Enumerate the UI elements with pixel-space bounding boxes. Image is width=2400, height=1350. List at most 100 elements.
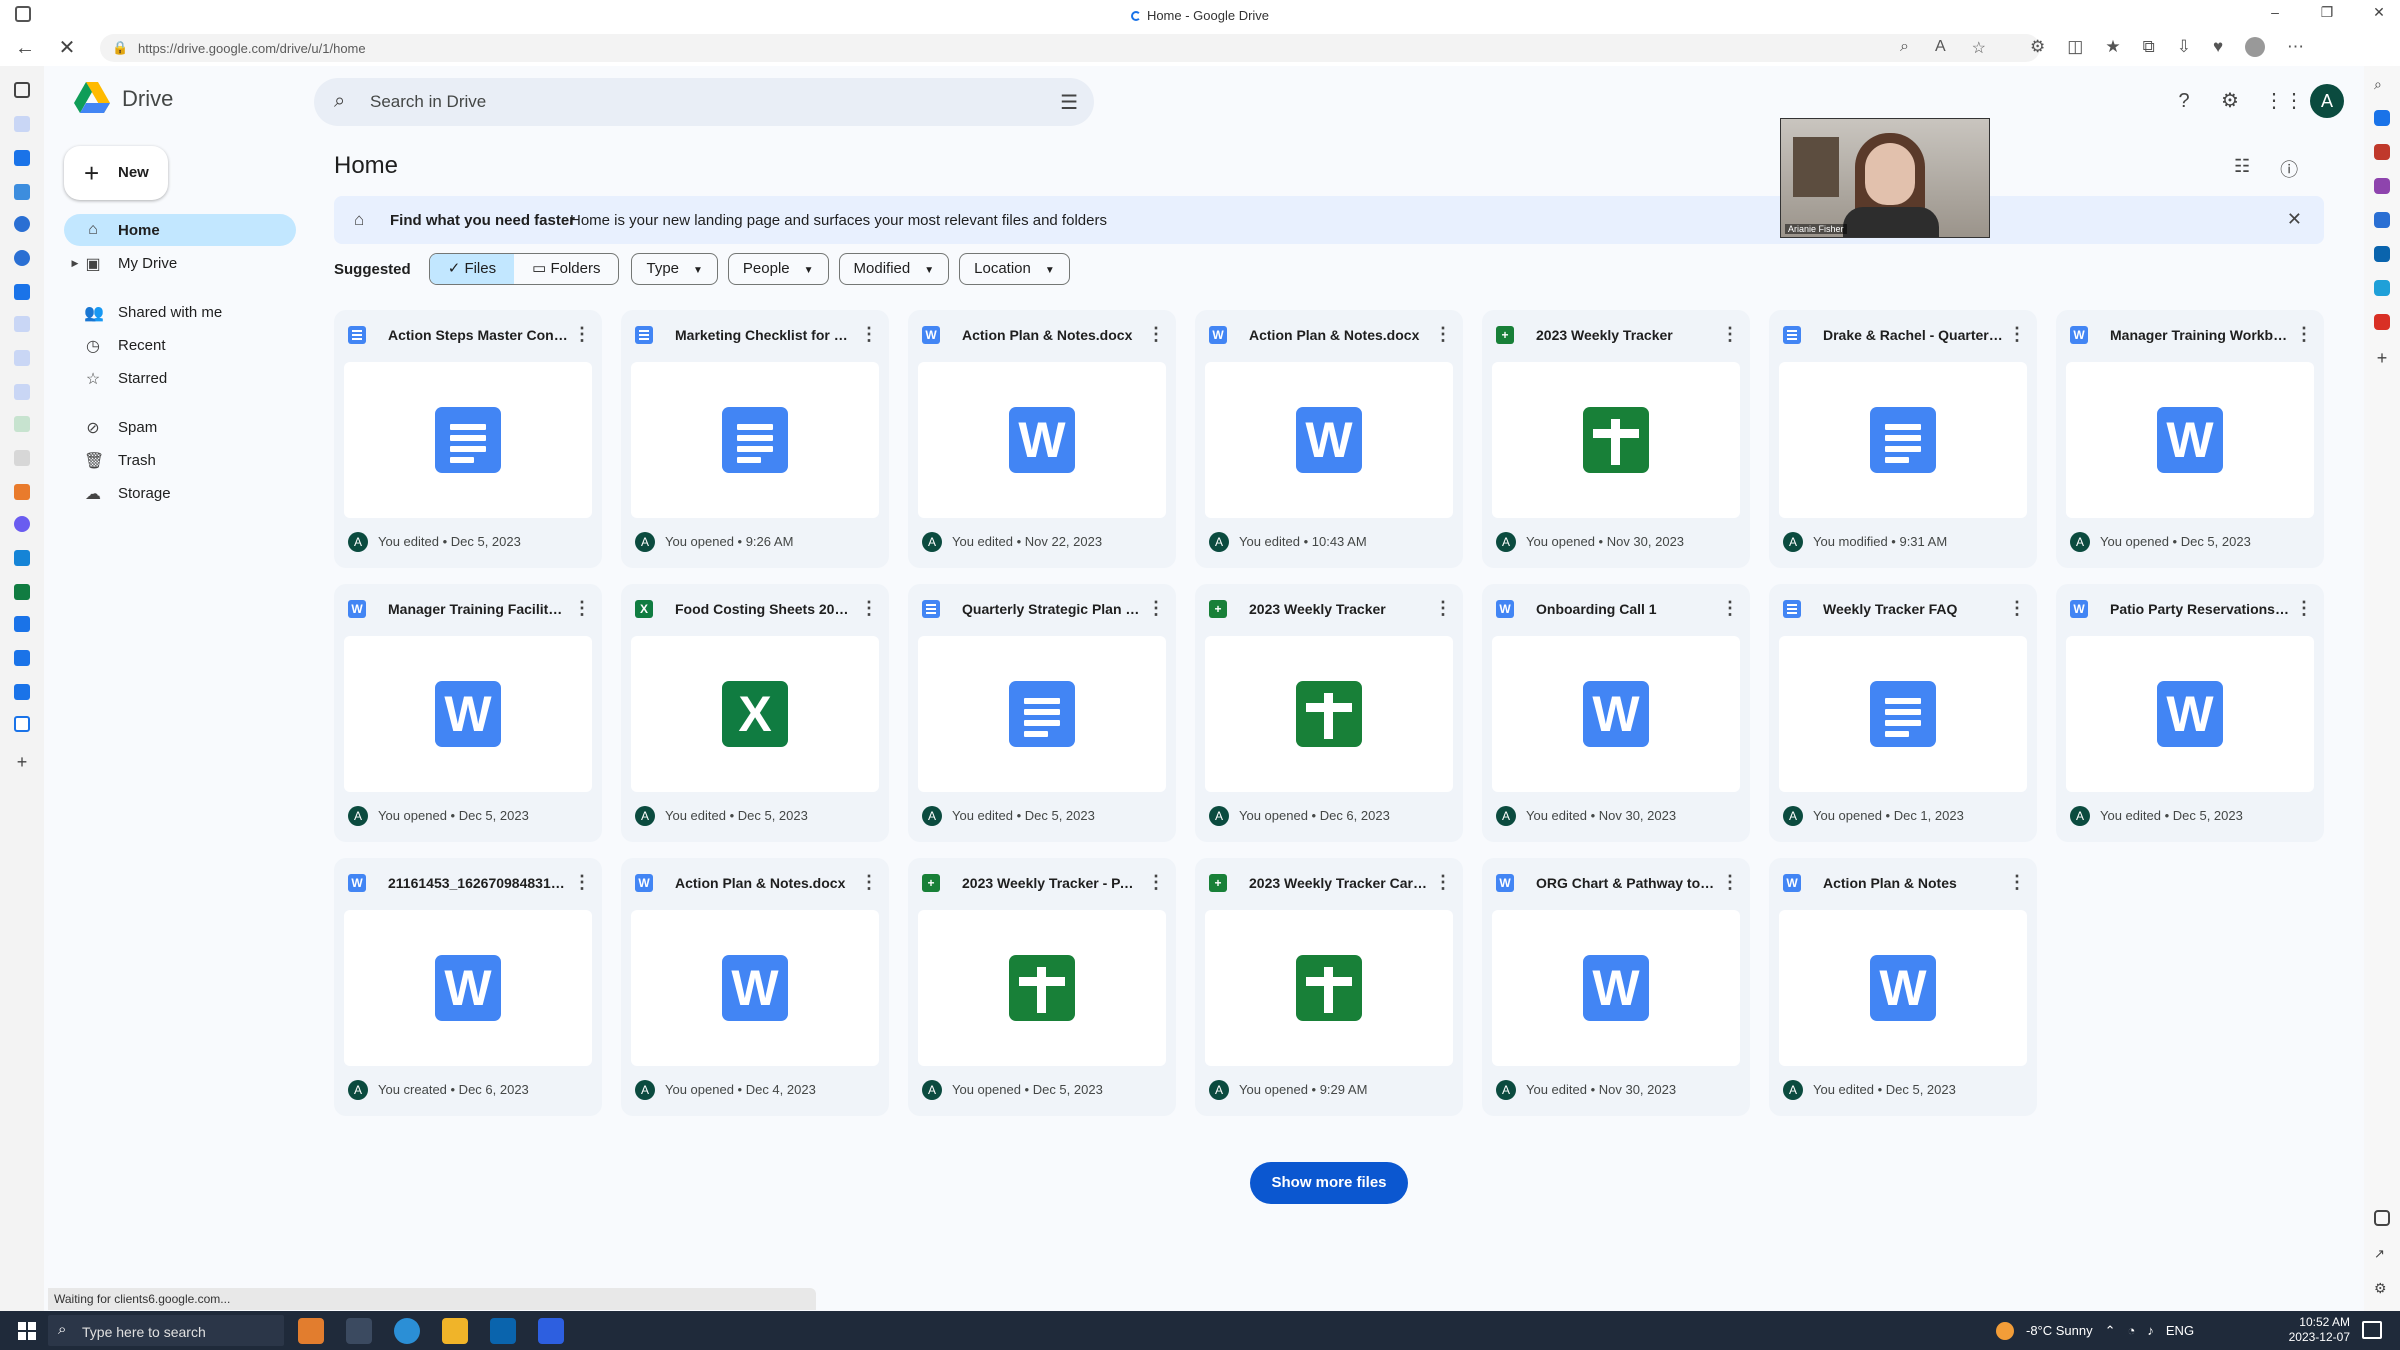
account-avatar[interactable]: A <box>2310 84 2344 118</box>
tab-icon[interactable] <box>14 584 30 600</box>
show-more-files-button[interactable]: Show more files <box>1250 1162 1408 1204</box>
file-card[interactable]: +2023 Weekly Tracker Caren... ⋮ A You opene… <box>1195 858 1463 1116</box>
more-options-icon[interactable]: ⋮ <box>859 324 879 345</box>
file-title[interactable]: 2023 Weekly Tracker - PARIS <box>962 875 1142 891</box>
tab-icon[interactable] <box>14 184 30 200</box>
close-icon[interactable]: ✕ <box>2287 209 2302 230</box>
add-sidebar-app-icon[interactable]: + <box>2374 349 2390 367</box>
file-card[interactable]: W Manager Training Workboo... ⋮ W A You opene… <box>2056 310 2324 568</box>
tray-chevron-icon[interactable]: ⌃ <box>2105 1323 2116 1339</box>
file-card[interactable]: Quarterly Strategic Plan (Q... ⋮ A You edit… <box>908 584 1176 842</box>
file-thumbnail[interactable]: W <box>1492 636 1740 792</box>
file-title[interactable]: 2023 Weekly Tracker Caren... <box>1249 875 1429 891</box>
favorite-star-icon[interactable]: ☆ <box>1972 38 1986 58</box>
files-toggle[interactable]: ✓ Files <box>429 254 515 284</box>
file-title[interactable]: Marketing Checklist for 1% ... <box>675 327 855 343</box>
file-card[interactable]: +2023 Weekly Tracker ⋮ A You opened • Dec 6… <box>1195 584 1463 842</box>
tab-icon[interactable] <box>14 350 30 366</box>
tab-icon[interactable] <box>14 216 30 232</box>
weather-icon[interactable] <box>1996 1321 2014 1340</box>
video-call-overlay[interactable]: Arianie Fisher <box>1780 118 1990 238</box>
more-options-icon[interactable]: ⋮ <box>1433 324 1453 345</box>
more-options-icon[interactable]: ⋮ <box>1433 598 1453 619</box>
file-card[interactable]: Weekly Tracker FAQ ⋮ A You opened • Dec 1, … <box>1769 584 2037 842</box>
more-options-icon[interactable]: ⋮ <box>859 598 879 619</box>
tab-icon[interactable] <box>14 616 30 632</box>
file-thumbnail[interactable] <box>1205 910 1453 1066</box>
more-options-icon[interactable]: ⋮ <box>1146 324 1166 345</box>
more-options-icon[interactable]: ⋮ <box>572 598 592 619</box>
file-thumbnail[interactable]: W <box>2066 362 2314 518</box>
collections-icon[interactable]: ⧉ <box>2143 37 2155 57</box>
more-options-icon[interactable]: ⋮ <box>2007 872 2027 893</box>
sidebar-app-icon[interactable] <box>2374 110 2390 126</box>
restore-icon[interactable]: ❐ <box>2316 4 2338 21</box>
more-options-icon[interactable]: ⋮ <box>1146 872 1166 893</box>
file-thumbnail[interactable]: W <box>918 362 1166 518</box>
sidebar-app-icon[interactable] <box>2374 212 2390 228</box>
file-thumbnail[interactable]: W <box>2066 636 2314 792</box>
open-external-icon[interactable]: ↗ <box>2374 1246 2390 1262</box>
sidebar-app-icon[interactable] <box>2374 280 2390 296</box>
outlook-icon[interactable] <box>2374 246 2390 262</box>
search-input[interactable] <box>370 90 990 114</box>
file-card[interactable]: W ORG Chart & Pathway to Pr... ⋮ W A You edit… <box>1482 858 1750 1116</box>
file-explorer-icon[interactable] <box>442 1318 468 1344</box>
tab-icon[interactable] <box>14 684 30 700</box>
file-thumbnail[interactable]: W <box>1492 910 1740 1066</box>
taskbar-search[interactable]: ⌕ Type here to search <box>48 1315 284 1346</box>
downloads-icon[interactable]: ⇩ <box>2177 37 2191 57</box>
notifications-icon[interactable] <box>2362 1321 2382 1339</box>
sidebar-item-recent[interactable]: ◷ Recent <box>64 329 296 361</box>
file-title[interactable]: 2023 Weekly Tracker <box>1536 327 1716 343</box>
file-title[interactable]: Action Steps Master Conte... <box>388 327 568 343</box>
sidebar-item-home[interactable]: ⌂ Home <box>64 214 296 246</box>
file-title[interactable]: Action Plan & Notes <box>1823 875 2003 891</box>
taskbar-clock[interactable]: 10:52 AM 2023-12-07 <box>2276 1315 2350 1345</box>
tab-icon[interactable] <box>14 284 30 300</box>
file-card[interactable]: W Patio Party Reservations.d... ⋮ W A You edi… <box>2056 584 2324 842</box>
minimize-icon[interactable]: – <box>2264 4 2286 21</box>
sidebar-item-starred[interactable]: ☆ Starred <box>64 362 296 394</box>
volume-icon[interactable]: ♪ <box>2147 1323 2154 1338</box>
windows-start-icon[interactable] <box>18 1322 36 1340</box>
sidebar-item-storage[interactable]: ☁ Storage <box>64 477 296 509</box>
file-card[interactable]: W Action Plan & Notes.docx ⋮ W A You edited •… <box>1195 310 1463 568</box>
outlook-icon[interactable] <box>490 1318 516 1344</box>
list-view-icon[interactable]: ☷ <box>2234 156 2250 182</box>
new-button[interactable]: + New <box>64 146 168 200</box>
zoom-icon[interactable]: ⌕ <box>1900 38 1909 58</box>
split-screen-icon[interactable]: ◫ <box>2067 37 2083 57</box>
profile-icon[interactable] <box>2245 37 2266 57</box>
address-bar[interactable] <box>100 34 2040 62</box>
network-icon[interactable]: ◔ <box>2128 1323 2136 1338</box>
favorites-icon[interactable]: ★ <box>2105 37 2120 57</box>
file-card[interactable]: Action Steps Master Conte... ⋮ A You edited… <box>334 310 602 568</box>
type-filter[interactable]: Type ▼ <box>631 253 718 285</box>
file-title[interactable]: Manager Training Workboo... <box>2110 327 2290 343</box>
more-options-icon[interactable]: ⋮ <box>572 872 592 893</box>
more-options-icon[interactable]: ⋯ <box>2287 37 2304 57</box>
help-icon[interactable]: ? <box>2172 89 2196 113</box>
file-thumbnail[interactable] <box>1779 362 2027 518</box>
file-thumbnail[interactable] <box>1205 636 1453 792</box>
task-view-icon[interactable] <box>346 1318 372 1344</box>
people-filter[interactable]: People ▼ <box>727 253 829 285</box>
file-thumbnail[interactable]: W <box>344 636 592 792</box>
more-options-icon[interactable]: ⋮ <box>572 324 592 345</box>
more-options-icon[interactable]: ⋮ <box>1720 872 1740 893</box>
tab-icon[interactable] <box>14 250 30 266</box>
more-options-icon[interactable]: ⋮ <box>1720 324 1740 345</box>
sidebar-item-trash[interactable]: 🗑 Trash <box>64 444 296 476</box>
tab-icon[interactable] <box>14 82 30 98</box>
performance-icon[interactable]: ♥ <box>2213 37 2223 57</box>
active-tab-icon[interactable] <box>14 716 30 732</box>
sidebar-app-icon[interactable] <box>2374 144 2390 160</box>
file-title[interactable]: Onboarding Call 1 <box>1536 601 1716 617</box>
brand-name[interactable]: Drive <box>122 86 173 112</box>
file-thumbnail[interactable]: W <box>1205 362 1453 518</box>
file-title[interactable]: Manager Training Facilitato... <box>388 601 568 617</box>
file-title[interactable]: Food Costing Sheets 2023 ... <box>675 601 855 617</box>
tab-icon[interactable] <box>14 150 30 166</box>
edge-browser-icon[interactable] <box>394 1318 420 1344</box>
